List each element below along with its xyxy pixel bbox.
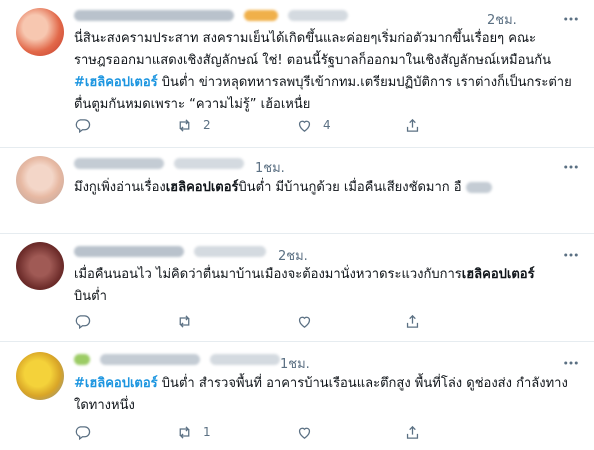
retweet-icon bbox=[179, 314, 190, 328]
display-name-redacted bbox=[100, 354, 201, 365]
retweet-button[interactable] bbox=[176, 310, 193, 332]
display-name-redacted bbox=[74, 158, 164, 169]
retweet-icon bbox=[179, 118, 190, 132]
more-options-icon[interactable] bbox=[562, 246, 580, 264]
tweet-text-part: บินต่ำ มีบ้านกูด้วย เมื่อคืนเสียงชัดมาก … bbox=[238, 180, 462, 195]
username-redacted bbox=[174, 158, 245, 169]
reply-icon bbox=[75, 118, 91, 133]
heart-icon bbox=[298, 427, 311, 439]
tweet-text-part: บินต่ำ bbox=[74, 289, 107, 304]
username-redacted bbox=[288, 10, 349, 21]
tweet-time[interactable]: 2ชม. bbox=[487, 9, 517, 30]
like-button[interactable] bbox=[296, 310, 313, 332]
avatar[interactable] bbox=[16, 156, 64, 204]
retweet-icon bbox=[179, 425, 190, 439]
tweet-text-part: นี่สินะสงครามประสาท สงครามเย็นได้เกิดขึ้… bbox=[74, 31, 552, 68]
tweet-time[interactable]: 1ชม. bbox=[280, 353, 310, 374]
username-redacted bbox=[194, 246, 267, 257]
tweet-header bbox=[74, 244, 584, 262]
tweet-actions bbox=[74, 310, 514, 332]
tweet-text: มึงกูเพิ่งอ่านเรื่องเฮลิคอปเตอร์บินต่ำ ม… bbox=[74, 177, 574, 199]
tweet-2[interactable]: 1ชม. มึงกูเพิ่งอ่านเรื่องเฮลิคอปเตอร์บิน… bbox=[0, 148, 594, 234]
share-icon bbox=[406, 118, 419, 132]
reply-icon bbox=[75, 314, 91, 329]
emoji-redacted bbox=[244, 10, 279, 21]
text-redacted bbox=[465, 182, 492, 193]
tweet-text-part: เมื่อคืนนอนไว ไม่คิดว่าตื่นมาบ้านเมืองจะ… bbox=[74, 267, 462, 282]
avatar[interactable] bbox=[16, 352, 64, 400]
tweet-1[interactable]: 2ชม. นี่สินะสงครามประสาท สงครามเย็นได้เก… bbox=[0, 0, 594, 148]
emoji-redacted bbox=[74, 354, 90, 365]
retweet-button[interactable]: 2 bbox=[176, 114, 211, 136]
retweet-button[interactable]: 1 bbox=[176, 421, 211, 443]
tweet-header bbox=[74, 156, 584, 174]
share-icon bbox=[406, 314, 419, 328]
tweet-text: #เฮลิคอปเตอร์ บินต่ำ สำรวจพื้นที่ อาคารบ… bbox=[74, 373, 574, 417]
tweet-actions: 2 4 bbox=[74, 114, 514, 136]
share-button[interactable] bbox=[404, 421, 421, 443]
tweet-text-part: มึงกูเพิ่งอ่านเรื่อง bbox=[74, 180, 166, 195]
more-options-icon[interactable] bbox=[562, 10, 580, 28]
highlighted-keyword: เฮลิคอปเตอร์ bbox=[165, 180, 239, 195]
heart-icon bbox=[298, 316, 311, 328]
heart-icon bbox=[298, 120, 311, 132]
reply-button[interactable] bbox=[74, 421, 91, 443]
hashtag-link[interactable]: #เฮลิคอปเตอร์ bbox=[74, 75, 158, 90]
tweet-header bbox=[74, 352, 584, 370]
share-button[interactable] bbox=[404, 114, 421, 136]
reply-button[interactable] bbox=[74, 310, 91, 332]
tweet-text: เมื่อคืนนอนไว ไม่คิดว่าตื่นมาบ้านเมืองจะ… bbox=[74, 264, 574, 308]
tweet-4[interactable]: 1ชม. #เฮลิคอปเตอร์ บินต่ำ สำรวจพื้นที่ อ… bbox=[0, 342, 594, 450]
tweet-3[interactable]: 2ชม. เมื่อคืนนอนไว ไม่คิดว่าตื่นมาบ้านเม… bbox=[0, 234, 594, 342]
like-button[interactable] bbox=[296, 421, 313, 443]
share-button[interactable] bbox=[404, 310, 421, 332]
like-count: 4 bbox=[323, 118, 331, 132]
reply-button[interactable] bbox=[74, 114, 91, 136]
share-icon bbox=[406, 425, 419, 439]
tweet-text: นี่สินะสงครามประสาท สงครามเย็นได้เกิดขึ้… bbox=[74, 28, 574, 116]
reply-icon bbox=[75, 425, 91, 440]
tweet-time[interactable]: 2ชม. bbox=[278, 245, 308, 266]
hashtag-link[interactable]: #เฮลิคอปเตอร์ bbox=[74, 376, 158, 391]
avatar[interactable] bbox=[16, 242, 64, 290]
more-options-icon[interactable] bbox=[562, 158, 580, 176]
retweet-count: 2 bbox=[203, 118, 211, 132]
retweet-count: 1 bbox=[203, 425, 211, 439]
tweet-time[interactable]: 1ชม. bbox=[255, 157, 285, 178]
like-button[interactable]: 4 bbox=[296, 114, 331, 136]
username-redacted bbox=[210, 354, 281, 365]
more-options-icon[interactable] bbox=[562, 354, 580, 372]
tweet-actions: 1 bbox=[74, 421, 514, 443]
avatar[interactable] bbox=[16, 8, 64, 56]
display-name-redacted bbox=[74, 10, 234, 21]
display-name-redacted bbox=[74, 246, 184, 257]
highlighted-keyword: เฮลิคอปเตอร์ bbox=[461, 267, 535, 282]
